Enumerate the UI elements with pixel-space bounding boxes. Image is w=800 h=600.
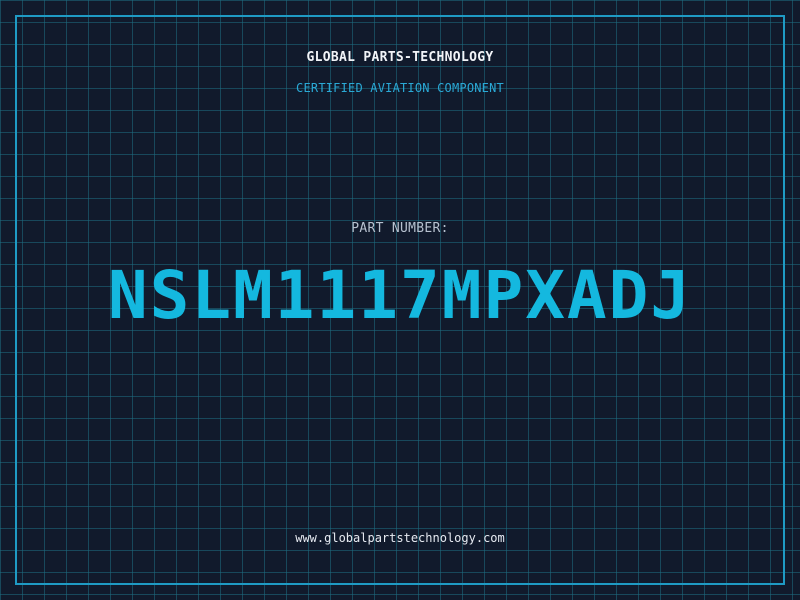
part-number-value: NSLM1117MPXADJ bbox=[107, 257, 693, 334]
certification-subtitle: CERTIFIED AVIATION COMPONENT bbox=[296, 81, 504, 95]
website-url: www.globalpartstechnology.com bbox=[295, 531, 505, 545]
part-card: GLOBAL PARTS-TECHNOLOGY CERTIFIED AVIATI… bbox=[0, 0, 800, 600]
company-name: GLOBAL PARTS-TECHNOLOGY bbox=[306, 50, 494, 65]
part-number-label: PART NUMBER: bbox=[351, 221, 449, 236]
